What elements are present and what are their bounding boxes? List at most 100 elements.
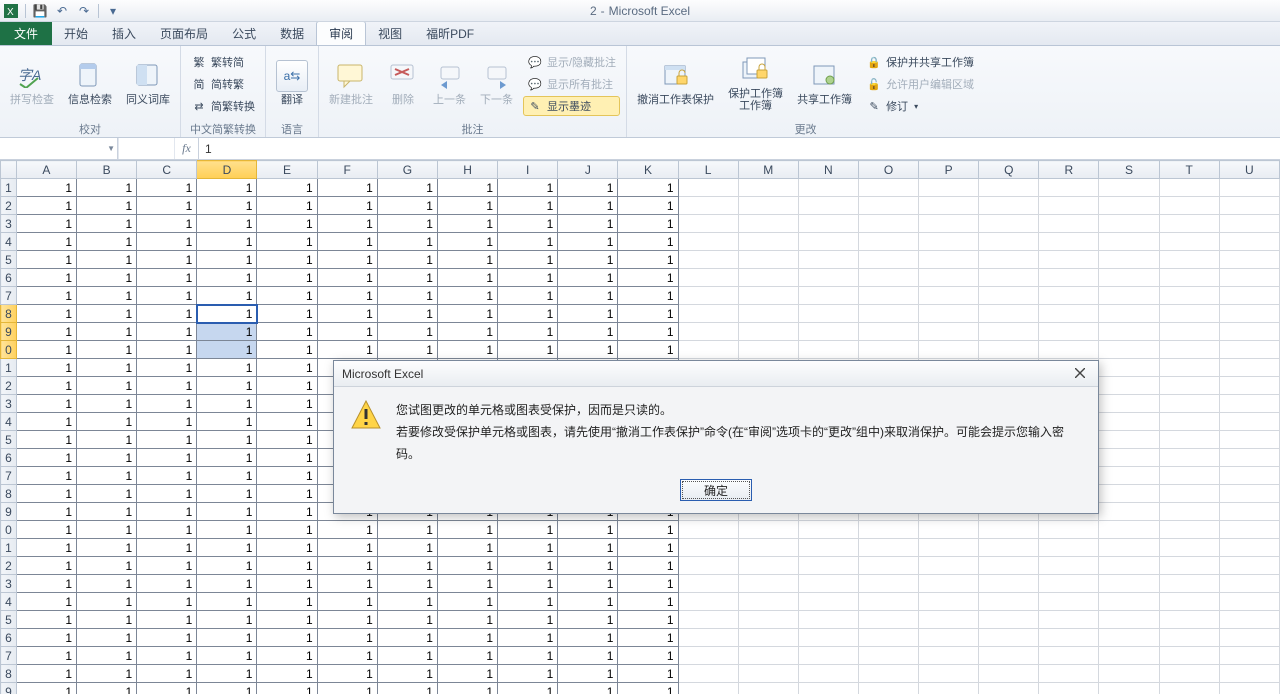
showhide-comment-button[interactable]: 💬显示/隐藏批注 (523, 52, 620, 72)
cell[interactable] (798, 539, 858, 557)
cell[interactable]: 1 (16, 179, 76, 197)
cell[interactable] (738, 251, 798, 269)
cell[interactable] (1159, 467, 1219, 485)
cell[interactable] (979, 287, 1039, 305)
cell[interactable]: 1 (437, 557, 497, 575)
cell[interactable] (919, 251, 979, 269)
col-header[interactable]: E (257, 161, 317, 179)
cell[interactable]: 1 (498, 215, 558, 233)
cell[interactable] (738, 287, 798, 305)
cell[interactable] (1219, 179, 1279, 197)
cell[interactable]: 1 (437, 611, 497, 629)
cell[interactable] (678, 521, 738, 539)
cell[interactable] (1039, 287, 1099, 305)
cell[interactable]: 1 (197, 359, 257, 377)
cell[interactable]: 1 (618, 341, 678, 359)
cell[interactable] (1219, 683, 1279, 694)
cell[interactable]: 1 (317, 593, 377, 611)
cell[interactable]: 1 (317, 251, 377, 269)
cell[interactable]: 1 (377, 179, 437, 197)
cell[interactable] (1219, 449, 1279, 467)
cell[interactable]: 1 (437, 305, 497, 323)
cell[interactable]: 1 (197, 287, 257, 305)
research-button[interactable]: 信息检索 (64, 50, 116, 116)
cell[interactable]: 1 (257, 359, 317, 377)
cell[interactable]: 1 (498, 323, 558, 341)
cell[interactable] (979, 557, 1039, 575)
cell[interactable]: 1 (558, 683, 618, 694)
cell[interactable] (858, 197, 918, 215)
cell[interactable] (1099, 629, 1159, 647)
cell[interactable] (1039, 305, 1099, 323)
cell[interactable]: 1 (137, 467, 197, 485)
cell[interactable]: 1 (77, 215, 137, 233)
cell[interactable] (979, 665, 1039, 683)
cell[interactable] (738, 665, 798, 683)
cell[interactable] (1219, 233, 1279, 251)
cell[interactable]: 1 (197, 395, 257, 413)
cell[interactable]: 1 (77, 665, 137, 683)
cell[interactable] (858, 287, 918, 305)
cell[interactable] (1219, 539, 1279, 557)
spelling-button[interactable]: 字A 拼写检查 (6, 50, 58, 116)
cell[interactable]: 1 (137, 503, 197, 521)
col-header[interactable]: D (197, 161, 257, 179)
cell[interactable]: 1 (498, 539, 558, 557)
cell[interactable]: 1 (137, 539, 197, 557)
cell[interactable]: 1 (498, 269, 558, 287)
cell[interactable]: 1 (498, 305, 558, 323)
cell[interactable]: 1 (16, 431, 76, 449)
cell[interactable]: 1 (377, 665, 437, 683)
qat-customize-icon[interactable]: ▾ (104, 2, 122, 20)
row-header[interactable]: 8 (1, 485, 17, 503)
cell[interactable] (858, 557, 918, 575)
cell[interactable] (858, 341, 918, 359)
cell[interactable] (1159, 557, 1219, 575)
cell[interactable]: 1 (257, 593, 317, 611)
cell[interactable] (1219, 575, 1279, 593)
cell[interactable]: 1 (77, 233, 137, 251)
cell[interactable]: 1 (257, 431, 317, 449)
cell[interactable]: 1 (137, 377, 197, 395)
cell[interactable]: 1 (197, 377, 257, 395)
cell[interactable]: 1 (257, 215, 317, 233)
cell[interactable]: 1 (16, 377, 76, 395)
tab-foxit[interactable]: 福昕PDF (414, 21, 486, 45)
cell[interactable]: 1 (137, 323, 197, 341)
cell[interactable] (678, 647, 738, 665)
cell[interactable] (738, 233, 798, 251)
cell[interactable] (1099, 269, 1159, 287)
cell[interactable] (738, 341, 798, 359)
cell[interactable] (1039, 647, 1099, 665)
cell[interactable] (1159, 683, 1219, 694)
cell[interactable]: 1 (317, 539, 377, 557)
row-header[interactable]: 6 (1, 629, 17, 647)
cell[interactable] (1159, 449, 1219, 467)
cell[interactable] (678, 575, 738, 593)
col-header[interactable]: I (498, 161, 558, 179)
cell[interactable] (798, 557, 858, 575)
cell[interactable] (919, 215, 979, 233)
translate-button[interactable]: a⇆ 翻译 (272, 50, 312, 116)
cell[interactable]: 1 (377, 629, 437, 647)
tab-data[interactable]: 数据 (268, 21, 316, 45)
row-header[interactable]: 6 (1, 449, 17, 467)
cell[interactable] (1159, 665, 1219, 683)
cell[interactable]: 1 (16, 323, 76, 341)
cell[interactable]: 1 (317, 269, 377, 287)
cell[interactable]: 1 (137, 197, 197, 215)
cell[interactable] (1099, 539, 1159, 557)
cell[interactable]: 1 (377, 575, 437, 593)
cell[interactable]: 1 (16, 539, 76, 557)
cell[interactable]: 1 (77, 395, 137, 413)
cell[interactable]: 1 (77, 431, 137, 449)
cell[interactable]: 1 (197, 305, 257, 323)
cell[interactable] (1099, 341, 1159, 359)
cell[interactable]: 1 (16, 395, 76, 413)
trad-to-simp-button[interactable]: 繁繁转简 (187, 52, 259, 72)
cell[interactable]: 1 (16, 269, 76, 287)
cell[interactable]: 1 (618, 683, 678, 694)
cell[interactable]: 1 (137, 557, 197, 575)
cell[interactable] (738, 575, 798, 593)
cell[interactable]: 1 (377, 557, 437, 575)
